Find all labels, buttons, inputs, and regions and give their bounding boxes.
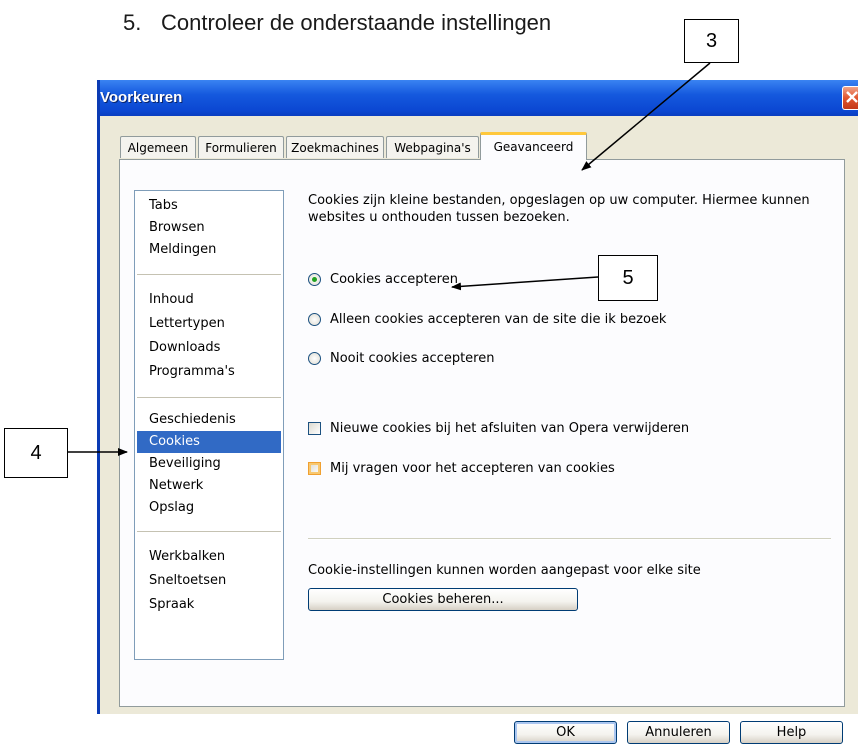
checkbox-label: Mij vragen voor het accepteren van cooki… (330, 461, 615, 476)
sidebar-item-lettertypen[interactable]: Lettertypen (137, 313, 281, 335)
manage-cookies-button[interactable]: Cookies beheren... (308, 588, 578, 611)
dialog-client: Algemeen Formulieren Zoekmachines Webpag… (100, 116, 858, 744)
instruction-text: Controleer de onderstaande instellingen (161, 10, 552, 35)
sidebar-item-spraak[interactable]: Spraak (137, 594, 281, 616)
category-list[interactable]: Tabs Browsen Meldingen Inhoud Lettertype… (134, 190, 284, 660)
radio-label: Alleen cookies accepteren van de site di… (330, 312, 667, 327)
sidebar-item-beveiliging[interactable]: Beveiliging (137, 453, 281, 475)
sidebar-item-netwerk[interactable]: Netwerk (137, 475, 281, 497)
cookies-description: Cookies zijn kleine bestanden, opgeslage… (308, 193, 810, 225)
list-divider (137, 397, 281, 398)
close-button[interactable] (842, 86, 858, 110)
sidebar-item-browsen[interactable]: Browsen (137, 217, 281, 239)
sidebar-item-werkbalken[interactable]: Werkbalken (137, 546, 281, 568)
sidebar-item-geschiedenis[interactable]: Geschiedenis (137, 409, 281, 431)
help-button[interactable]: Help (740, 721, 843, 744)
instruction-number: 5. (123, 10, 142, 35)
radio-label: Cookies accepteren (330, 272, 458, 287)
radio-button-checked[interactable] (308, 273, 321, 286)
checkbox[interactable] (308, 422, 321, 435)
sidebar-item-sneltoetsen[interactable]: Sneltoetsen (137, 570, 281, 592)
tab-panel: Tabs Browsen Meldingen Inhoud Lettertype… (119, 159, 845, 707)
tab-zoekmachines[interactable]: Zoekmachines (286, 136, 384, 158)
tab-geavanceerd[interactable]: Geavanceerd (480, 132, 587, 160)
window-title: Voorkeuren (100, 89, 183, 106)
sidebar-item-downloads[interactable]: Downloads (137, 337, 281, 359)
sidebar-item-cookies[interactable]: Cookies (137, 431, 281, 453)
radio-button[interactable] (308, 352, 321, 365)
list-divider (137, 274, 281, 275)
sidebar-item-programmas[interactable]: Programma's (137, 361, 281, 383)
list-divider (137, 531, 281, 532)
tab-formulieren[interactable]: Formulieren (198, 136, 284, 158)
radio-label: Nooit cookies accepteren (330, 351, 495, 366)
callout-4: 4 (4, 428, 68, 478)
title-bar[interactable]: Voorkeuren (100, 80, 858, 116)
callout-5: 5 (598, 255, 658, 301)
section-divider (308, 538, 831, 540)
tab-algemeen[interactable]: Algemeen (120, 136, 196, 158)
sidebar-item-opslag[interactable]: Opslag (137, 497, 281, 519)
manage-cookies-description: Cookie-instellingen kunnen worden aangep… (308, 563, 701, 578)
radio-button[interactable] (308, 313, 321, 326)
instruction-heading: 5. Controleer de onderstaande instellinge… (123, 10, 551, 36)
cancel-button[interactable]: Annuleren (627, 721, 730, 744)
callout-3: 3 (684, 19, 739, 63)
tab-webpaginas[interactable]: Webpagina's (386, 136, 479, 158)
preferences-dialog: Voorkeuren Algemeen Formulieren Zoekmach… (97, 80, 858, 744)
sidebar-item-meldingen[interactable]: Meldingen (137, 239, 281, 261)
sidebar-item-inhoud[interactable]: Inhoud (137, 289, 281, 311)
checkbox-label: Nieuwe cookies bij het afsluiten van Ope… (330, 421, 690, 436)
sidebar-item-tabs[interactable]: Tabs (137, 195, 281, 217)
checkbox[interactable] (308, 462, 321, 475)
ok-button[interactable]: OK (514, 721, 617, 744)
close-icon (846, 91, 858, 103)
